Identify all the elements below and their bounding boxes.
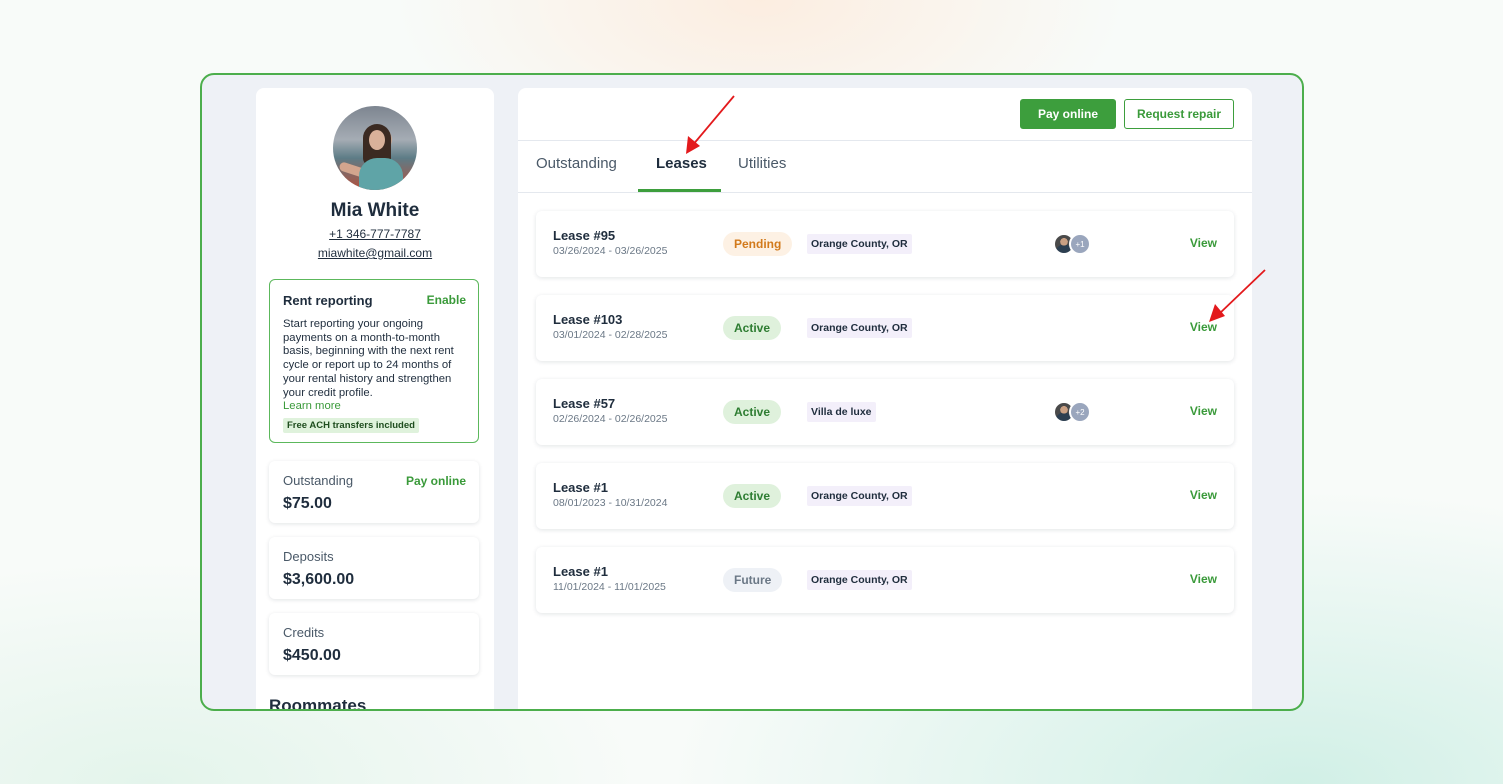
status-badge: Active: [723, 484, 782, 508]
deposits-value: $3,600.00: [283, 571, 355, 588]
location-tag: Orange County, OR: [807, 318, 912, 338]
lease-dates: 03/26/2024 - 03/26/2025: [553, 245, 668, 257]
credits-value: $450.00: [283, 647, 341, 664]
lease-row: Lease #1 08/01/2023 - 10/31/2024 Active …: [536, 463, 1234, 529]
tabs-bar: Outstanding Leases Utilities: [518, 140, 1252, 193]
tab-outstanding[interactable]: Outstanding: [536, 155, 617, 172]
lease-row: Lease #57 02/26/2024 - 02/26/2025 Active…: [536, 379, 1234, 445]
view-lease-link[interactable]: View: [1190, 320, 1217, 334]
lease-dates: 11/01/2024 - 11/01/2025: [553, 581, 666, 593]
view-lease-link[interactable]: View: [1190, 404, 1217, 418]
request-repair-button[interactable]: Request repair: [1124, 99, 1234, 129]
tenant-avatars: +2: [1053, 401, 1095, 423]
rent-reporting-card: Rent reporting Enable Start reporting yo…: [269, 279, 479, 443]
view-lease-link[interactable]: View: [1190, 236, 1217, 250]
lease-title: Lease #57: [553, 396, 616, 411]
profile-email-link[interactable]: miawhite@gmail.com: [256, 246, 494, 260]
tab-utilities[interactable]: Utilities: [738, 155, 786, 172]
main-panel: Pay online Request repair Outstanding Le…: [518, 88, 1252, 709]
learn-more-link[interactable]: Learn more: [283, 400, 465, 414]
lease-row: Lease #95 03/26/2024 - 03/26/2025 Pendin…: [536, 211, 1234, 277]
app-frame: Mia White +1 346-777-7787 miawhite@gmail…: [200, 73, 1304, 711]
tenant-avatars: +1: [1053, 233, 1095, 255]
view-lease-link[interactable]: View: [1190, 572, 1217, 586]
status-badge: Pending: [723, 232, 793, 256]
location-tag: Orange County, OR: [807, 570, 912, 590]
status-badge: Future: [723, 568, 783, 592]
lease-row: Lease #103 03/01/2024 - 02/28/2025 Activ…: [536, 295, 1234, 361]
lease-title: Lease #1: [553, 564, 608, 579]
profile-avatar: [333, 106, 417, 190]
location-tag: Orange County, OR: [807, 234, 912, 254]
outstanding-card: Outstanding $75.00 Pay online: [269, 461, 479, 523]
tab-leases[interactable]: Leases: [656, 155, 707, 172]
lease-title: Lease #103: [553, 312, 623, 327]
lease-dates: 03/01/2024 - 02/28/2025: [553, 329, 668, 341]
extra-tenants-count: +2: [1069, 401, 1091, 423]
pay-online-link[interactable]: Pay online: [406, 474, 466, 488]
profile-panel: Mia White +1 346-777-7787 miawhite@gmail…: [256, 88, 494, 711]
lease-dates: 08/01/2023 - 10/31/2024: [553, 497, 668, 509]
deposits-label: Deposits: [283, 549, 334, 564]
status-badge: Active: [723, 316, 782, 340]
profile-phone-link[interactable]: +1 346-777-7787: [256, 227, 494, 241]
outstanding-value: $75.00: [283, 495, 332, 512]
status-badge: Active: [723, 400, 782, 424]
pay-online-button[interactable]: Pay online: [1020, 99, 1116, 129]
credits-label: Credits: [283, 625, 325, 640]
lease-title: Lease #1: [553, 480, 608, 495]
lease-title: Lease #95: [553, 228, 616, 243]
credits-card: Credits $450.00: [269, 613, 479, 675]
profile-name: Mia White: [330, 200, 420, 221]
location-tag: Orange County, OR: [807, 486, 912, 506]
rent-reporting-description: Start reporting your ongoing payments on…: [283, 318, 454, 399]
active-tab-indicator: [638, 189, 721, 192]
roommates-heading: Roommates: [269, 696, 367, 711]
extra-tenants-count: +1: [1069, 233, 1091, 255]
view-lease-link[interactable]: View: [1190, 488, 1217, 502]
lease-row: Lease #1 11/01/2024 - 11/01/2025 Future …: [536, 547, 1234, 613]
deposits-card: Deposits $3,600.00: [269, 537, 479, 599]
location-tag: Villa de luxe: [807, 402, 876, 422]
lease-dates: 02/26/2024 - 02/26/2025: [553, 413, 668, 425]
free-ach-badge: Free ACH transfers included: [283, 417, 419, 433]
rent-reporting-enable-link[interactable]: Enable: [427, 293, 466, 307]
